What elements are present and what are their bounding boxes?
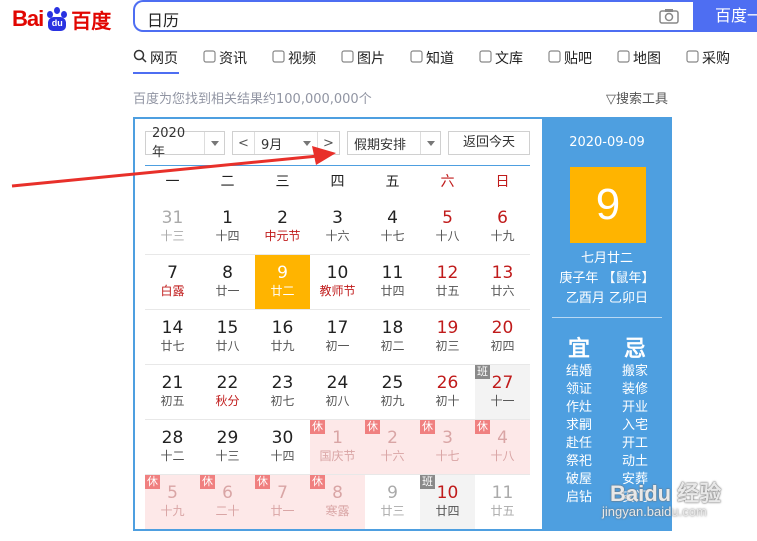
watermark-url: jingyan.baidu.com: [602, 504, 707, 519]
annotation-arrow: [11, 146, 336, 188]
